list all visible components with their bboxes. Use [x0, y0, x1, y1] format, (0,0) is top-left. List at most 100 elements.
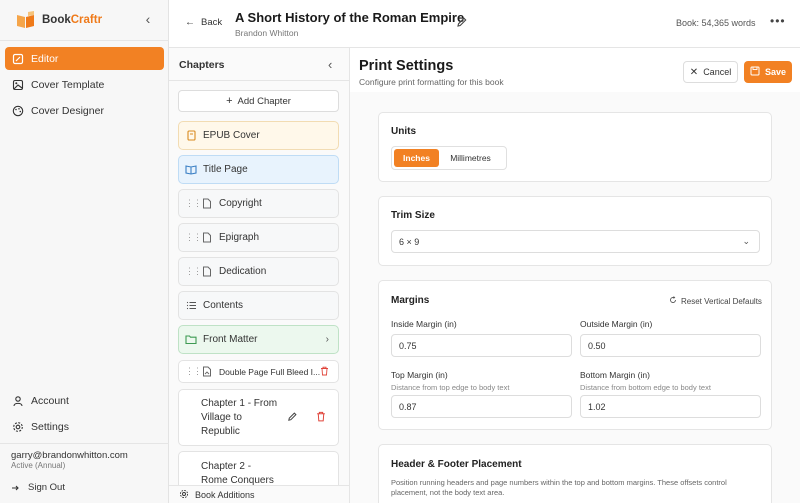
nav-item-cover-template[interactable]: Cover Template: [5, 73, 164, 96]
save-button[interactable]: Save: [744, 61, 792, 83]
outside-margin-label: Outside Margin (in): [580, 319, 653, 329]
divider: [0, 443, 169, 444]
nav-item-settings[interactable]: Settings: [5, 415, 164, 438]
nav-label: Settings: [31, 420, 69, 433]
chapter-label-line: Republic: [201, 425, 240, 437]
book-additions-label: Book Additions: [195, 489, 255, 500]
drag-handle-icon[interactable]: ⋮⋮: [185, 366, 202, 377]
inside-margin-input[interactable]: 0.75: [391, 334, 572, 357]
inside-margin-label: Inside Margin (in): [391, 319, 457, 329]
top-margin-input[interactable]: 0.87: [391, 395, 572, 418]
chapter-label: Front Matter: [203, 334, 258, 345]
sign-out-button[interactable]: Sign Out: [11, 482, 65, 493]
outside-margin-input[interactable]: 0.50: [580, 334, 761, 357]
word-count: Book: 54,365 words: [676, 18, 756, 28]
book-logo-icon: [14, 10, 38, 30]
chapter-label-line: Chapter 1 - From: [201, 397, 278, 409]
add-chapter-button[interactable]: + Add Chapter: [178, 90, 339, 112]
palette-icon: [12, 105, 24, 117]
bottom-margin-value: 1.02: [588, 401, 606, 412]
app-logo[interactable]: BookCraftr: [14, 9, 159, 31]
user-icon: [12, 395, 24, 407]
nav-item-cover-designer[interactable]: Cover Designer: [5, 99, 164, 122]
nav-item-editor[interactable]: Editor: [5, 47, 164, 70]
top-margin-label: Top Margin (in): [391, 370, 448, 380]
trim-size-value: 6 × 9: [399, 236, 420, 247]
outside-margin-value: 0.50: [588, 340, 606, 351]
drag-handle-icon[interactable]: ⋮⋮: [185, 266, 202, 277]
chapter-label: EPUB Cover: [203, 130, 260, 141]
plus-icon: +: [226, 95, 233, 107]
header-footer-description: Position running headers and page number…: [391, 478, 727, 497]
open-book-icon: [185, 164, 197, 176]
edit-title-pencil-icon[interactable]: [456, 16, 468, 28]
trim-size-card: Trim Size 6 × 9 ⌄: [378, 196, 772, 266]
units-card: Units Inches Millimetres: [378, 112, 772, 182]
bottom-margin-hint: Distance from bottom edge to body text: [580, 383, 711, 392]
header-footer-card: Header & Footer Placement Position runni…: [378, 444, 772, 503]
nav-label: Cover Template: [31, 78, 105, 91]
nav-label: Editor: [31, 52, 59, 65]
chapter-label-line: Chapter 2 -: [201, 461, 252, 472]
sidebar: BookCraftr ‹ Editor Cover Template Cover…: [0, 0, 169, 503]
drag-handle-icon[interactable]: ⋮⋮: [185, 198, 202, 209]
gear-icon: [12, 421, 24, 433]
divider: [0, 40, 169, 41]
bottom-margin-label: Bottom Margin (in): [580, 370, 650, 380]
divider: [169, 80, 349, 81]
arrow-left-icon: ←: [185, 17, 195, 28]
nav-item-account[interactable]: Account: [5, 389, 164, 412]
chapter-label: Contents: [203, 300, 244, 311]
chevron-left-icon[interactable]: ‹: [328, 57, 332, 72]
add-chapter-label: Add Chapter: [237, 95, 291, 107]
chapters-title: Chapters: [179, 59, 225, 71]
trash-icon[interactable]: [320, 366, 329, 378]
more-options-icon[interactable]: •••: [770, 14, 786, 28]
drag-handle-icon[interactable]: ⋮⋮: [185, 232, 202, 243]
image-icon: [12, 79, 24, 91]
reset-vertical-defaults-button[interactable]: Reset Vertical Defaults: [669, 296, 762, 306]
trim-size-select[interactable]: 6 × 9 ⌄: [391, 230, 760, 253]
file-icon: [201, 266, 213, 278]
print-settings-panel: Print Settings Configure print formattin…: [350, 48, 800, 503]
reset-icon: [669, 296, 677, 306]
chapter-label: Dedication: [219, 266, 267, 277]
subscription-status: Active (Annual): [11, 461, 66, 470]
trash-icon[interactable]: [316, 411, 326, 425]
folder-icon: [185, 334, 197, 346]
back-button[interactable]: ← Back: [185, 17, 222, 28]
panel-header: Print Settings Configure print formattin…: [350, 48, 800, 92]
inside-margin-value: 0.75: [399, 340, 417, 351]
pencil-icon[interactable]: [287, 411, 298, 425]
chapter-item-copyright[interactable]: ⋮⋮ Copyright: [178, 189, 339, 218]
chapter-item-chapter-1[interactable]: Chapter 1 - From Village to Republic: [178, 389, 339, 446]
chevron-right-icon[interactable]: ›: [326, 334, 329, 345]
chapter-item-contents[interactable]: Contents: [178, 291, 339, 320]
chapter-item-dedication[interactable]: ⋮⋮ Dedication: [178, 257, 339, 286]
cancel-button[interactable]: ✕ Cancel: [683, 61, 738, 83]
bottom-margin-input[interactable]: 1.02: [580, 395, 761, 418]
chapter-item-epigraph[interactable]: ⋮⋮ Epigraph: [178, 223, 339, 252]
image-file-icon: [201, 366, 213, 378]
sign-out-label: Sign Out: [28, 482, 65, 493]
top-header: ← Back A Short History of the Roman Empi…: [169, 0, 800, 48]
chapter-item-front-matter[interactable]: Front Matter ›: [178, 325, 339, 354]
page-title: Print Settings: [359, 58, 454, 74]
chevron-left-icon[interactable]: ‹: [141, 11, 155, 27]
file-icon: [201, 198, 213, 210]
units-option-millimetres[interactable]: Millimetres: [439, 149, 502, 167]
book-title: A Short History of the Roman Empire: [235, 10, 465, 25]
margins-title: Margins: [391, 295, 430, 306]
chapter-label: Copyright: [219, 198, 262, 209]
pencil-square-icon: [12, 53, 24, 65]
book-author: Brandon Whitton: [235, 28, 299, 38]
margins-card: Margins Reset Vertical Defaults Inside M…: [378, 280, 772, 430]
chapter-item-double-page[interactable]: ⋮⋮ Double Page Full Bleed I...: [178, 360, 339, 383]
chapter-item-epub-cover[interactable]: EPUB Cover: [178, 121, 339, 150]
book-additions-button[interactable]: Book Additions: [169, 485, 349, 503]
units-option-inches[interactable]: Inches: [394, 149, 439, 167]
chapter-item-title-page[interactable]: Title Page: [178, 155, 339, 184]
units-title: Units: [391, 126, 416, 137]
app-name: BookCraftr: [42, 14, 103, 26]
top-margin-hint: Distance from top edge to body text: [391, 383, 510, 392]
